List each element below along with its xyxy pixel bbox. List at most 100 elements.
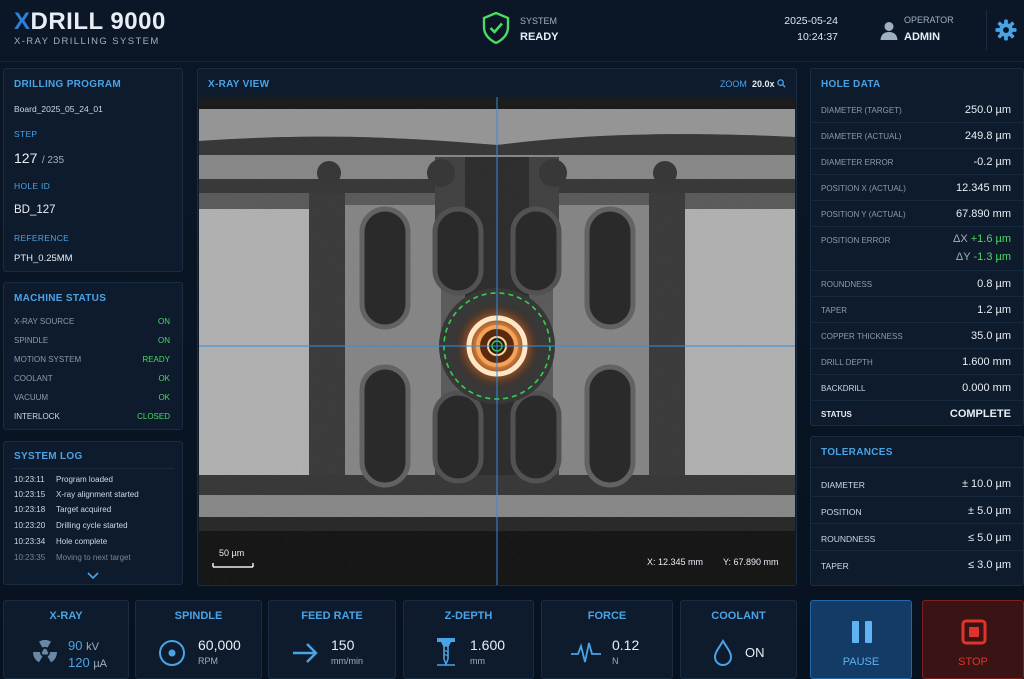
kv-value: 90: [68, 638, 83, 653]
coolant-value: ON: [745, 645, 765, 660]
force-value: 0.12: [612, 637, 640, 653]
card-title: COOLANT: [711, 610, 766, 622]
zoom-label: ZOOM: [719, 79, 747, 89]
tolerance-value: ± 5.0 µm: [968, 505, 1011, 517]
hole-row-status: STATUS COMPLETE: [811, 401, 1023, 427]
panel-title: HOLE DATA: [821, 79, 881, 90]
card-title: FORCE: [587, 610, 627, 622]
tolerance-key: ROUNDNESS: [821, 534, 876, 544]
delta-x-label: ΔX: [952, 233, 968, 245]
settings-button[interactable]: [986, 10, 1024, 50]
spindle-value: 60,000: [198, 637, 241, 653]
delta-x-value: +1.6 µm: [970, 233, 1011, 245]
step-label: STEP: [14, 129, 38, 139]
coolant-card: COOLANT ON: [680, 600, 797, 679]
zoom-control[interactable]: ZOOM 20.0x: [720, 79, 786, 89]
row-key: COPPER THICKNESS: [821, 332, 903, 341]
waveform-icon: [571, 642, 601, 663]
status-key: VACUUM: [14, 392, 49, 402]
tolerance-key: DIAMETER: [821, 480, 865, 490]
log-entry: 10:23:35 Moving to next target: [14, 553, 131, 567]
header: XDRILL 9000 X-RAY DRILLING SYSTEM SYSTEM…: [0, 0, 1024, 62]
panel-title: MACHINE STATUS: [14, 293, 107, 304]
card-title: Z-DEPTH: [444, 610, 493, 622]
panel-title: TOLERANCES: [821, 447, 893, 458]
row-value: 0.8 µm: [977, 278, 1011, 290]
spindle-card: SPINDLE 60,000 RPM: [135, 600, 262, 679]
delta-y: ΔY -1.3 µm: [956, 251, 1011, 263]
status-key: INTERLOCK: [14, 411, 60, 421]
status-value: ON: [158, 316, 170, 326]
operator-info[interactable]: OPERATOR ADMIN: [878, 12, 968, 48]
log-message: Hole complete: [56, 537, 108, 546]
row-key: POSITION ERROR: [821, 236, 891, 245]
hole-row-diameter-actual: DIAMETER (ACTUAL) 249.8 µm: [811, 123, 1023, 149]
status-row: VACUUM OK: [14, 389, 170, 405]
log-time: 10:23:35: [14, 553, 46, 562]
row-key: DRILL DEPTH: [821, 358, 873, 367]
status-key: X-RAY SOURCE: [14, 316, 75, 326]
card-title: FEED RATE: [301, 610, 363, 622]
panel-title: SYSTEM LOG: [14, 451, 83, 462]
kv-reading: 90 kV: [68, 638, 99, 653]
z-depth-card: Z-DEPTH 1.600 mm: [403, 600, 534, 679]
user-icon: [880, 22, 898, 40]
xray-image[interactable]: 50 µm X: 12.345 mm Y: 67.890 mm: [199, 97, 795, 585]
card-title: SPINDLE: [174, 610, 223, 622]
log-entry: 10:23:18 Target acquired: [14, 505, 111, 519]
row-value: 1.600 mm: [962, 356, 1011, 368]
status-value: OK: [158, 373, 170, 383]
tolerances-panel: TOLERANCES DIAMETER ± 10.0 µm POSITION ± 5…: [810, 436, 1024, 586]
log-time: 10:23:20: [14, 521, 46, 530]
step-value: 127: [14, 150, 38, 166]
log-time: 10:23:18: [14, 505, 46, 514]
row-key: ROUNDNESS: [821, 280, 873, 289]
operator-value: ADMIN: [904, 31, 941, 43]
drill-bit-icon: [437, 638, 455, 667]
status-key: SPINDLE: [14, 335, 49, 345]
feed-rate-card: FEED RATE 150 mm/min: [268, 600, 396, 679]
machine-status-panel: MACHINE STATUS X-RAY SOURCE ON SPINDLE ON …: [3, 282, 183, 430]
row-key: STATUS: [821, 410, 852, 419]
row-key: POSITION X (ACTUAL): [821, 184, 906, 193]
force-card: FORCE 0.12 N: [541, 600, 673, 679]
log-message: Drilling cycle started: [56, 521, 128, 530]
row-value: 12.345 mm: [955, 182, 1011, 194]
tolerance-value: ≤ 5.0 µm: [968, 532, 1011, 544]
xray-scan: [199, 97, 795, 585]
log-time: 10:23:34: [14, 537, 46, 546]
status-value: CLOSED: [137, 411, 170, 421]
chevron-down-icon[interactable]: [87, 572, 99, 580]
app-window: XDRILL 9000 X-RAY DRILLING SYSTEM SYSTEM…: [0, 0, 1024, 679]
row-key: BACKDRILL: [821, 384, 866, 393]
pause-button[interactable]: PAUSE: [810, 600, 912, 679]
log-message: Moving to next target: [56, 553, 131, 562]
hole-row-position-y: POSITION Y (ACTUAL) 67.890 mm: [811, 201, 1023, 227]
status-key: MOTION SYSTEM: [14, 354, 82, 364]
xray-card: X-RAY 90 kV 120 µA: [3, 600, 129, 679]
row-value: 250.0 µm: [964, 104, 1011, 116]
tolerance-row: POSITION ± 5.0 µm: [811, 497, 1023, 524]
delta-x: ΔX +1.6 µm: [953, 233, 1011, 245]
hole-row-roundness: ROUNDNESS 0.8 µm: [811, 271, 1023, 297]
ua-unit: µA: [93, 658, 108, 670]
hole-row-taper: TAPER 1.2 µm: [811, 297, 1023, 323]
stop-label: STOP: [958, 656, 988, 668]
logo-text: DRILL 9000: [30, 8, 166, 35]
xray-view-panel: X-RAY VIEW ZOOM 20.0x 50 µm X: 12.345 mm…: [197, 68, 797, 586]
status-row: MOTION SYSTEM READY: [14, 351, 170, 367]
pause-icon: [852, 621, 872, 643]
panel-title: X-RAY VIEW: [208, 79, 270, 90]
system-label: SYSTEM: [520, 16, 558, 26]
tolerance-row: TAPER ≤ 3.0 µm: [811, 551, 1023, 578]
hole-row-position-x: POSITION X (ACTUAL) 12.345 mm: [811, 175, 1023, 201]
status-value: ON: [158, 335, 170, 345]
time-display: 10:24:37: [797, 31, 838, 43]
program-name: Board_2025_05_24_01: [14, 104, 103, 114]
row-value: 249.8 µm: [964, 130, 1011, 142]
spindle-icon: [159, 640, 185, 666]
stop-button[interactable]: STOP: [922, 600, 1024, 679]
panel-title: DRILLING PROGRAM: [14, 79, 122, 90]
row-key: DIAMETER (TARGET): [821, 106, 902, 115]
date-display: 2025-05-24: [784, 15, 838, 27]
